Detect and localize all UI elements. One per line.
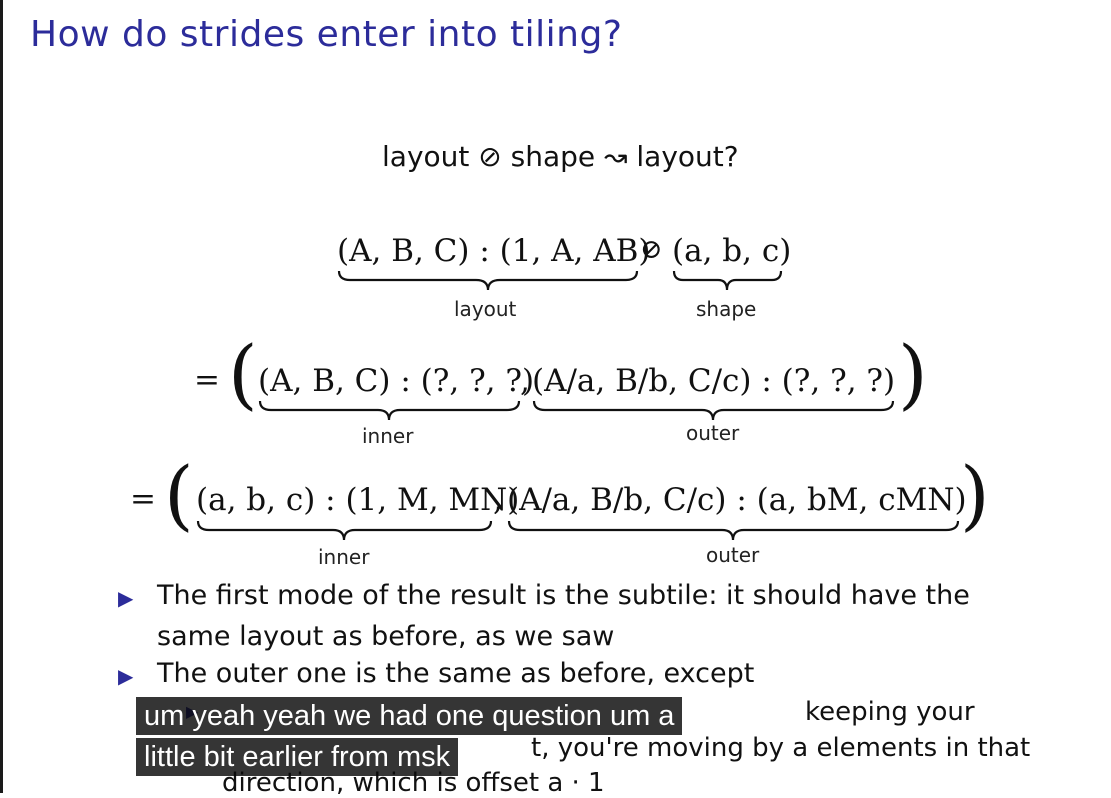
eq1-layout-brace bbox=[337, 270, 639, 291]
eq3-inner-expr: (a, b, c) : (1, M, MN) bbox=[196, 482, 520, 518]
eq3-inner-label: inner bbox=[318, 545, 370, 569]
eq3-outer-expr: (A/a, B/b, C/c) : (a, bM, cMN) bbox=[507, 482, 967, 518]
slide-title: How do strides enter into tiling? bbox=[30, 14, 623, 55]
headline-formula: layout ⊘ shape ↝ layout? bbox=[382, 140, 739, 173]
eq3-comma: , bbox=[493, 482, 503, 518]
eq2-inner-label: inner bbox=[362, 424, 414, 448]
eq2-comma: , bbox=[520, 363, 530, 399]
bullet-marker-icon: ▶ bbox=[118, 664, 134, 688]
bullet-marker-icon: ▶ bbox=[118, 586, 134, 610]
eq2-inner-brace bbox=[258, 400, 521, 421]
eq1-shape-label: shape bbox=[696, 297, 757, 321]
eq2-outer-expr: (A/a, B/b, C/c) : (?, ?, ?) bbox=[532, 363, 896, 399]
bullet-2-line-1: The outer one is the same as before, exc… bbox=[157, 658, 755, 689]
eq3-open-paren: ( bbox=[164, 450, 194, 539]
eq3-close-paren: ) bbox=[960, 450, 990, 539]
bullet-1-line-1: The first mode of the result is the subt… bbox=[157, 580, 970, 611]
caption-line-1: um yeah yeah we had one question um a bbox=[136, 697, 683, 735]
eq2-outer-label: outer bbox=[686, 421, 740, 445]
eq1-divide-operator: ⊘ bbox=[640, 234, 663, 265]
eq2-inner-expr: (A, B, C) : (?, ?, ?) bbox=[258, 363, 535, 399]
eq3-outer-label: outer bbox=[706, 543, 760, 567]
eq2-close-paren: ) bbox=[898, 329, 928, 418]
bullet-1-line-2: same layout as before, as we saw bbox=[157, 621, 615, 652]
eq2-equals: = bbox=[194, 362, 220, 398]
eq3-equals: = bbox=[130, 481, 156, 517]
slide-left-border bbox=[0, 0, 3, 793]
eq2-open-paren: ( bbox=[228, 329, 258, 418]
eq2-outer-brace bbox=[532, 400, 895, 421]
eq3-inner-brace bbox=[196, 520, 493, 541]
eq1-layout-label: layout bbox=[454, 297, 517, 321]
caption-line-2: little bit earlier from msk bbox=[136, 738, 459, 776]
eq1-layout-expr: (A, B, C) : (1, A, AB) bbox=[337, 233, 651, 269]
eq3-outer-brace bbox=[507, 520, 960, 541]
eq1-shape-expr: (a, b, c) bbox=[672, 233, 792, 269]
sub-bullet-line-2-tail: t, you're moving by a elements in that bbox=[531, 733, 1031, 763]
sub-bullet-line-1-tail: keeping your bbox=[805, 697, 975, 727]
eq1-shape-brace bbox=[672, 270, 783, 291]
